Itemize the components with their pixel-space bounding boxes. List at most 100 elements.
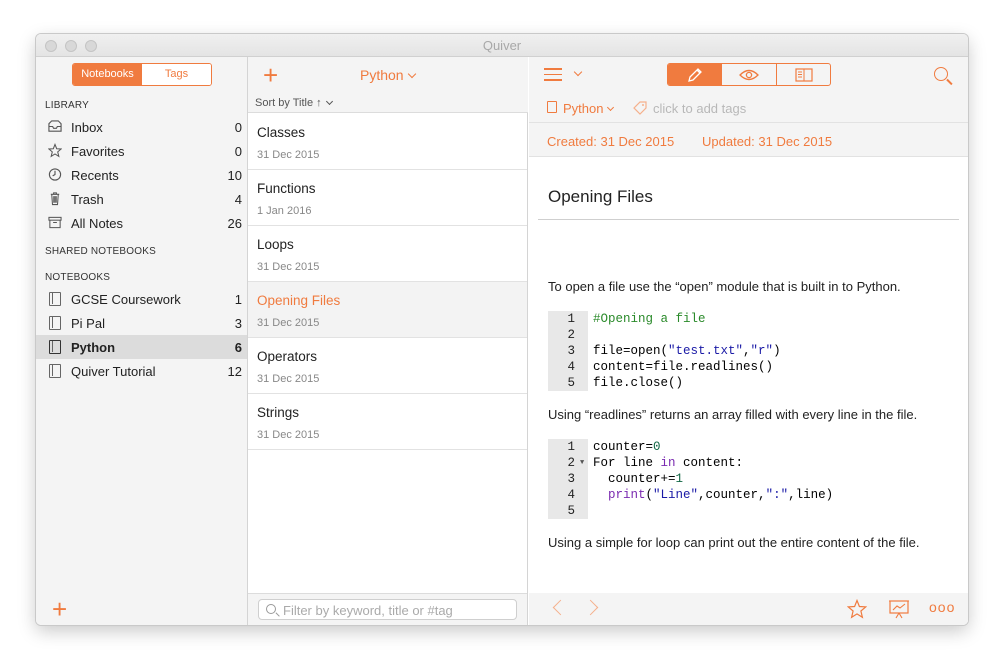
- note-date: 1 Jan 2016: [257, 205, 312, 217]
- search-icon[interactable]: [934, 67, 948, 81]
- note-title: Classes: [257, 125, 306, 140]
- tags-tab[interactable]: Tags: [142, 64, 211, 85]
- note-item-loops[interactable]: Loops 31 Dec 2015: [248, 226, 527, 282]
- notebook-icon: [49, 292, 61, 306]
- line-number: 4: [548, 487, 588, 503]
- menu-icon[interactable]: [544, 68, 564, 85]
- note-item-functions[interactable]: Functions 1 Jan 2016: [248, 170, 527, 226]
- note-date: 31 Dec 2015: [257, 317, 320, 329]
- note-title: Opening Files: [257, 293, 341, 308]
- code-text: file=open("test.txt","r"): [593, 343, 781, 359]
- line-number: 2: [548, 327, 588, 343]
- favorite-star-icon[interactable]: [847, 599, 867, 619]
- sidebar-item-trash[interactable]: Trash 4: [36, 187, 247, 211]
- code-text: counter=0: [593, 439, 661, 455]
- add-notebook-button[interactable]: +: [52, 596, 67, 622]
- notebook-selector[interactable]: Python: [360, 67, 416, 83]
- notebooks-tab[interactable]: Notebooks: [73, 64, 142, 85]
- preview-mode-button[interactable]: [722, 64, 777, 85]
- note-item-strings[interactable]: Strings 31 Dec 2015: [248, 394, 527, 450]
- code-token: (: [645, 488, 654, 502]
- note-notebook-selector[interactable]: Python: [563, 101, 615, 116]
- sidebar-item-label: Quiver Tutorial: [71, 364, 156, 379]
- note-item-opening-files[interactable]: Opening Files 31 Dec 2015: [248, 282, 527, 338]
- code-cell[interactable]: 1 #Opening a file 2 3 file=open("test.txt"…: [548, 311, 948, 391]
- code-token: counter=: [593, 440, 654, 454]
- notebook-icon: [547, 101, 557, 113]
- split-mode-button[interactable]: [777, 64, 830, 85]
- forward-arrow-icon[interactable]: [582, 599, 599, 616]
- heading-divider: [538, 219, 959, 220]
- edit-mode-button[interactable]: [668, 64, 723, 85]
- sidebar-item-python[interactable]: Python 6: [36, 335, 247, 359]
- sidebar-item-count: 12: [227, 364, 242, 379]
- code-token: ,line): [788, 488, 834, 502]
- line-number: 4: [548, 359, 588, 375]
- filter-input[interactable]: [283, 602, 508, 618]
- text-cell[interactable]: To open a file use the “open” module tha…: [548, 279, 901, 294]
- notebook-icon: [49, 364, 61, 378]
- note-list-toolbar: + Python: [248, 57, 528, 93]
- note-title: Loops: [257, 237, 294, 252]
- line-number: 5: [548, 375, 588, 391]
- text-cell[interactable]: Using “readlines” returns an array fille…: [548, 407, 917, 422]
- note-item-operators[interactable]: Operators 31 Dec 2015: [248, 338, 527, 394]
- chevron-down-icon[interactable]: [573, 67, 583, 77]
- code-token: ,counter,: [698, 488, 766, 502]
- code-keyword: print: [593, 488, 646, 502]
- line-number: 5: [548, 503, 588, 519]
- line-number: 1: [548, 311, 588, 327]
- new-note-button[interactable]: +: [263, 62, 278, 88]
- note-heading[interactable]: Opening Files: [548, 187, 653, 207]
- clock-icon: [48, 168, 62, 181]
- code-text: #Opening a file: [593, 312, 706, 326]
- sidebar: Notebooks Tags LIBRARY Inbox 0 Favorites…: [36, 57, 248, 625]
- sidebar-item-recents[interactable]: Recents 10: [36, 163, 247, 187]
- code-cell[interactable]: 1 counter=0 2 ▼ For line in content: 3 coun…: [548, 439, 948, 519]
- fold-arrow-icon[interactable]: ▼: [580, 455, 584, 471]
- sidebar-item-label: Pi Pal: [71, 316, 105, 331]
- code-line: 5 file.close(): [548, 375, 948, 391]
- sort-control[interactable]: Sort by Title ↑: [248, 93, 528, 113]
- sidebar-item-count: 6: [234, 340, 242, 355]
- note-date: 31 Dec 2015: [257, 261, 320, 273]
- notebook-icon: [49, 316, 61, 330]
- library-header: LIBRARY: [45, 100, 90, 111]
- sidebar-item-label: Trash: [71, 192, 104, 207]
- add-tags-field[interactable]: click to add tags: [653, 101, 746, 116]
- filter-field: [258, 599, 517, 620]
- code-string: "r": [750, 344, 774, 358]
- tag-icon: [633, 101, 647, 115]
- sidebar-item-all-notes[interactable]: All Notes 26: [36, 211, 247, 235]
- note-title: Functions: [257, 181, 316, 196]
- code-number: 0: [653, 440, 661, 454]
- back-arrow-icon[interactable]: [552, 599, 569, 616]
- sidebar-item-count: 10: [227, 168, 242, 183]
- search-icon: [266, 604, 276, 614]
- chevron-down-icon: [607, 103, 615, 112]
- code-number: 1: [675, 472, 684, 486]
- note-item-classes[interactable]: Classes 31 Dec 2015: [248, 114, 527, 170]
- sidebar-item-count: 0: [234, 120, 242, 135]
- editor-footer: ooo: [529, 593, 968, 625]
- sidebar-item-inbox[interactable]: Inbox 0: [36, 115, 247, 139]
- line-number: 3: [548, 471, 588, 487]
- more-options-icon[interactable]: ooo: [929, 599, 955, 615]
- updated-date: Updated: 31 Dec 2015: [702, 134, 833, 149]
- sidebar-item-pi-pal[interactable]: Pi Pal 3: [36, 311, 247, 335]
- sidebar-item-count: 1: [234, 292, 242, 307]
- note-date: 31 Dec 2015: [257, 149, 320, 161]
- note-meta-bar: Python click to add tags: [529, 93, 968, 123]
- code-line: 1 #Opening a file: [548, 311, 948, 327]
- sidebar-item-favorites[interactable]: Favorites 0: [36, 139, 247, 163]
- code-token: ): [773, 344, 781, 358]
- sidebar-item-label: Python: [71, 340, 116, 355]
- code-line: 4 content=file.readlines(): [548, 359, 948, 375]
- presentation-icon[interactable]: [888, 598, 910, 620]
- star-icon: [48, 143, 62, 158]
- sidebar-item-quiver-tutorial[interactable]: Quiver Tutorial 12: [36, 359, 247, 383]
- text-cell[interactable]: Using a simple for loop can print out th…: [548, 535, 919, 550]
- editor-panel: Python click to add tags Created: 31 Dec…: [529, 57, 968, 625]
- sidebar-item-gcse-coursework[interactable]: GCSE Coursework 1: [36, 287, 247, 311]
- note-title: Strings: [257, 405, 300, 420]
